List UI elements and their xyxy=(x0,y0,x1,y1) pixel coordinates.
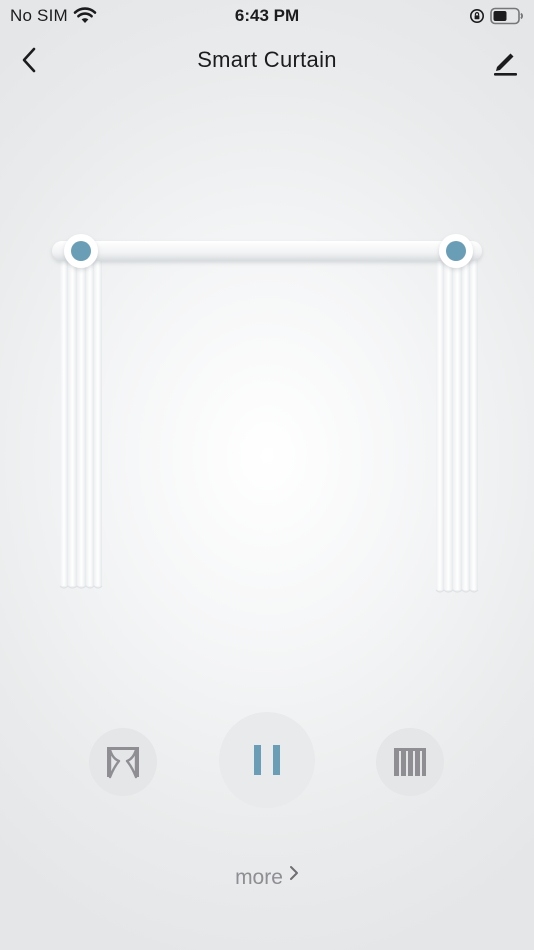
curtain-close-icon xyxy=(394,748,426,776)
curtain-illustration xyxy=(52,234,482,593)
pause-button[interactable] xyxy=(219,712,315,808)
navigation-bar: Smart Curtain xyxy=(0,36,534,84)
chevron-right-icon xyxy=(289,863,299,887)
more-link[interactable]: more xyxy=(0,866,534,890)
pause-icon xyxy=(254,745,280,775)
curtain-controls xyxy=(0,712,534,812)
right-curtain-panel xyxy=(435,258,479,593)
left-curtain-panel xyxy=(59,258,103,589)
open-curtain-button[interactable] xyxy=(89,728,157,796)
clock-label: 6:43 PM xyxy=(234,6,300,25)
status-bar: No SIM 6:43 PM xyxy=(0,0,534,32)
right-curtain-handle[interactable] xyxy=(439,234,473,268)
close-curtain-button[interactable] xyxy=(376,728,444,796)
curtain-rod xyxy=(52,241,482,261)
orientation-lock-icon xyxy=(469,8,485,29)
edit-button[interactable] xyxy=(488,44,522,78)
left-curtain-handle[interactable] xyxy=(64,234,98,268)
page-title: Smart Curtain xyxy=(197,47,337,72)
battery-icon xyxy=(490,7,526,30)
pencil-icon xyxy=(494,53,517,76)
curtain-open-icon xyxy=(107,747,139,779)
curtain-visual xyxy=(40,220,500,600)
more-label: more xyxy=(235,866,283,889)
